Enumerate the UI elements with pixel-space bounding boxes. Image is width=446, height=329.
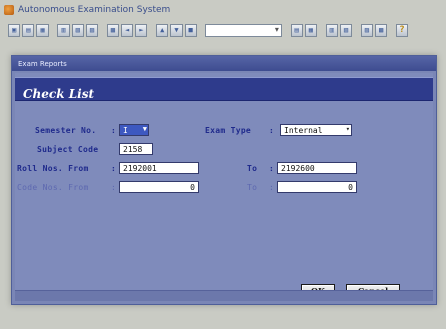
code-from-label: Code Nos. From [17,183,89,192]
toolbar-button[interactable]: ▩ [106,23,119,37]
toolbar-button[interactable]: ◄ [120,23,134,37]
toolbar-button[interactable]: ▥ [57,23,70,37]
exam-type-select[interactable]: Internal ▾ [280,124,352,136]
roll-to-field[interactable]: 2192600 [277,162,357,174]
toolbar-button[interactable]: ■ [184,23,197,37]
page-title: Check List [23,87,95,101]
toolbar-button[interactable]: ▨ [85,23,99,37]
code-from-field[interactable]: 0 [119,181,199,193]
chevron-down-icon: ▼ [142,125,147,133]
exam-type-label: Exam Type [205,126,252,135]
roll-from-label: Roll Nos. From [17,164,89,173]
app-title-bar: Autonomous Examination System [4,3,170,17]
semester-label: Semester No. [35,126,97,135]
roll-from-colon: : [111,164,117,173]
toolbar-button[interactable]: ▤ [290,23,303,37]
toolbar-button[interactable]: ▨ [360,23,373,37]
subject-code-field[interactable]: 2158 [119,143,153,155]
dialog-caption: Exam Reports [12,56,436,71]
toolbar-button[interactable]: ▧ [71,23,84,37]
status-strip [15,290,433,301]
toolbar-button[interactable]: ▼ [170,23,183,37]
exam-type-colon: : [269,126,275,135]
subject-code-label: Subject Code [37,145,99,154]
toolbar-button[interactable]: ▥ [325,23,338,37]
code-to-field[interactable]: 0 [277,181,357,193]
toolbar-button[interactable]: ▲ [156,23,169,37]
app-title: Autonomous Examination System [18,5,171,15]
toolbar-button[interactable]: ▣ [8,23,21,37]
code-to-label: To [247,183,258,192]
roll-from-field[interactable]: 2192001 [119,162,199,174]
toolbar-button[interactable]: ▦ [36,23,49,37]
exam-reports-dialog: Exam Reports Check List Semester No. : I… [11,55,437,305]
semester-select[interactable]: I ▼ [119,124,149,136]
chevron-down-icon: ▾ [345,125,350,133]
help-icon[interactable]: ? [395,23,409,37]
header-bar: Check List [15,77,433,101]
toolbar-button[interactable]: ▩ [374,23,388,37]
semester-value: I [123,126,128,135]
dialog-body: Check List Semester No. : I ▼ Exam Type … [15,73,433,301]
toolbar-button[interactable]: ▤ [22,23,35,37]
toolbar: ▣ ▤ ▦ ▥ ▧ ▨ ▩ ◄ ► ▲ ▼ ■ ▤ ▦ ▥ ▧ ▨ ▩ ? [8,22,409,38]
code-from-colon: : [111,183,117,192]
code-to-colon: : [269,183,275,192]
toolbar-button[interactable]: ▧ [339,23,353,37]
roll-to-colon: : [269,164,275,173]
exam-type-value: Internal [284,126,323,135]
semester-colon: : [111,126,117,135]
toolbar-button[interactable]: ▦ [304,23,317,37]
toolbar-button[interactable]: ► [135,23,148,37]
app-logo-icon [4,5,14,15]
roll-to-label: To [247,164,258,173]
toolbar-combo[interactable] [205,23,282,37]
